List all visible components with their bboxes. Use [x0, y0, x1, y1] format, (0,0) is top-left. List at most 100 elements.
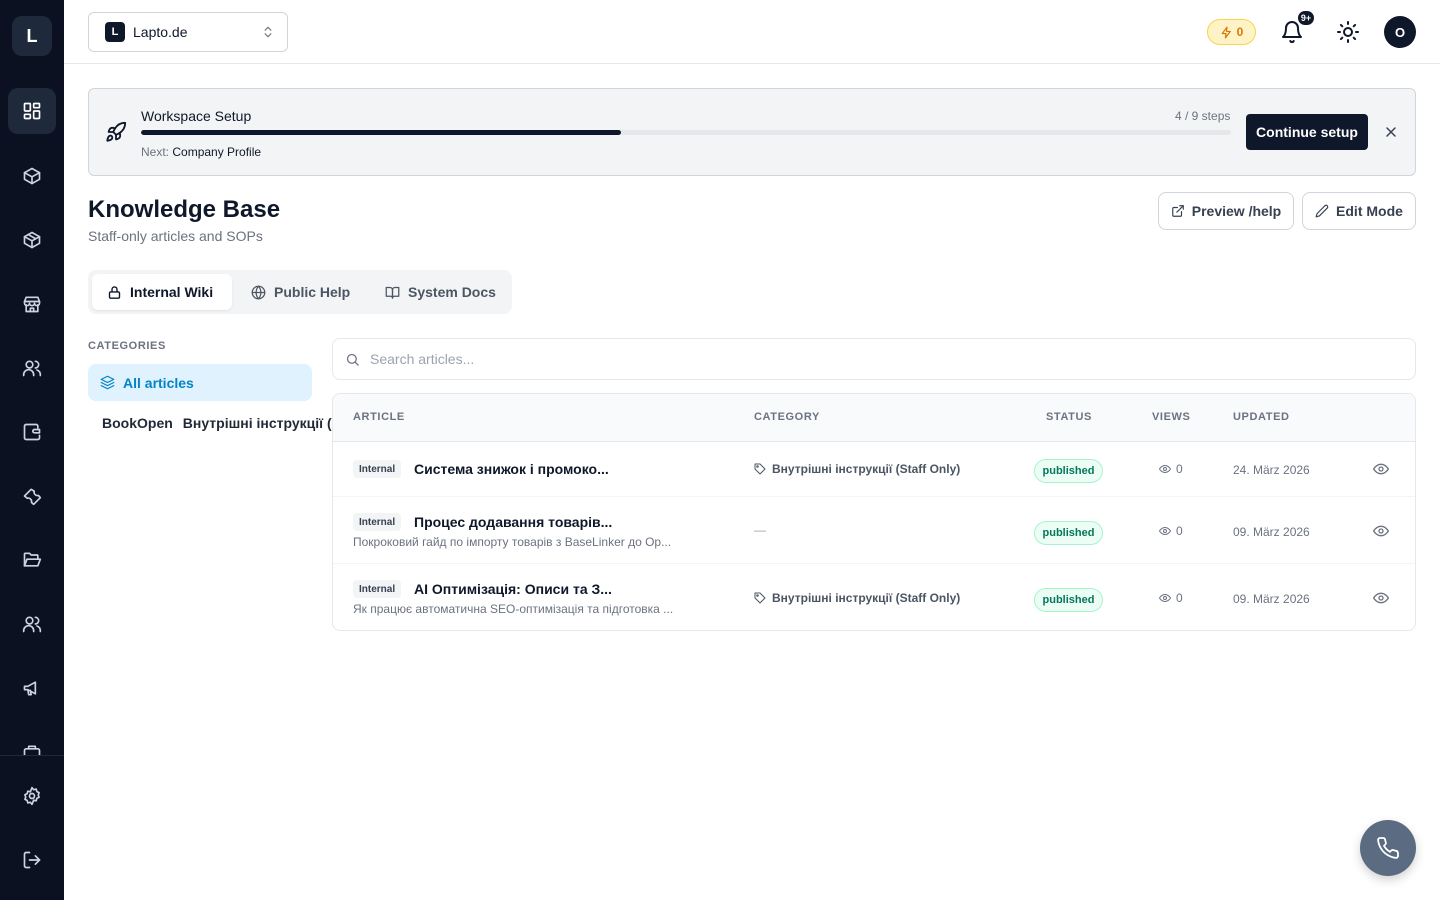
article-title[interactable]: Система знижок і промоко... — [414, 461, 609, 477]
article-category: Внутрішні інструкції (Staff Only) — [754, 462, 960, 476]
search-input[interactable] — [370, 351, 1270, 367]
views-count: 0 — [1176, 462, 1183, 476]
search-icon — [346, 353, 359, 366]
credits-count: 0 — [1236, 25, 1244, 39]
article-category-empty: — — [754, 523, 766, 537]
avatar[interactable]: O — [1384, 16, 1416, 48]
sidebar-item-settings[interactable] — [8, 773, 56, 819]
sidebar-item-finance[interactable] — [8, 409, 56, 455]
sun-icon[interactable] — [1336, 20, 1360, 49]
wallet-icon — [23, 423, 41, 441]
edit-mode-button[interactable]: Edit Mode — [1302, 192, 1416, 230]
table-row[interactable]: Internal Система знижок і промоко... Вну… — [333, 442, 1415, 497]
eye-icon[interactable] — [1373, 461, 1389, 477]
article-updated: 24. März 2026 — [1233, 463, 1310, 477]
banner-next: Next: Company Profile — [141, 145, 261, 159]
internal-tag: Internal — [353, 580, 402, 598]
views-count: 0 — [1176, 591, 1183, 605]
table-row[interactable]: Internal Процес додавання товарів... Пок… — [333, 497, 1415, 564]
eye-icon[interactable] — [1373, 590, 1389, 606]
dashboard-icon — [23, 102, 41, 120]
banner-title: Workspace Setup — [141, 108, 252, 124]
category-item[interactable]: BookOpen Внутрішні інструкції (Staff Onl… — [88, 404, 332, 442]
store-icon — [23, 296, 41, 313]
continue-setup-button[interactable]: Continue setup — [1246, 114, 1368, 150]
call-button[interactable] — [1360, 820, 1416, 876]
sidebar-item-store[interactable] — [8, 281, 56, 327]
search-box — [332, 338, 1416, 380]
internal-tag: Internal — [353, 460, 402, 478]
logout-icon — [23, 851, 41, 869]
column-header-article[interactable]: ARTICLE — [353, 411, 405, 423]
column-header-status[interactable]: STATUS — [1046, 411, 1092, 423]
article-category-label: Внутрішні інструкції (Staff Only) — [772, 591, 961, 605]
sidebar-item-logout[interactable] — [8, 837, 56, 883]
article-category-label: Внутрішні інструкції (Staff Only) — [772, 462, 961, 476]
sidebar-item-team[interactable] — [8, 601, 56, 647]
tag-icon — [754, 592, 766, 604]
phone-icon — [1377, 837, 1399, 859]
categories-heading: CATEGORIES — [88, 340, 166, 352]
eye-icon[interactable] — [1373, 523, 1389, 539]
setup-progress-fill — [141, 130, 621, 135]
setup-progress-bar — [141, 130, 1231, 135]
article-updated: 09. März 2026 — [1233, 525, 1310, 539]
setup-banner: Workspace Setup 4 / 9 steps Next: Compan… — [88, 88, 1416, 176]
article-description: Як працює автоматична SEO-оптимізація та… — [353, 602, 674, 616]
lightning-icon — [1221, 25, 1231, 39]
close-icon[interactable] — [1383, 124, 1399, 145]
preview-help-label: Preview /help — [1191, 203, 1282, 219]
sidebar-item-products[interactable] — [8, 153, 56, 199]
category-all-articles[interactable]: All articles — [88, 364, 312, 401]
chevrons-up-down-icon — [261, 25, 275, 39]
folder-open-icon — [23, 552, 42, 567]
users-icon — [22, 360, 42, 377]
topbar: L Lapto.de 0 9+ O — [64, 0, 1440, 64]
eye-icon — [1159, 464, 1171, 474]
megaphone-icon — [23, 681, 37, 696]
sidebar-item-files[interactable] — [8, 537, 56, 583]
sidebar-item-more[interactable] — [8, 729, 56, 755]
sidebar-item-inventory[interactable] — [8, 217, 56, 263]
article-title[interactable]: Процес додавання товарів... — [414, 514, 612, 530]
sidebar-item-customers[interactable] — [8, 345, 56, 391]
status-badge: published — [1034, 521, 1103, 545]
sidebar-item-tools[interactable] — [8, 473, 56, 519]
package-icon — [23, 167, 41, 185]
globe-icon — [251, 285, 266, 299]
article-views: 0 — [1159, 591, 1183, 605]
eye-icon — [1159, 526, 1171, 536]
sidebar-item-dashboard[interactable] — [8, 88, 56, 134]
briefcase-icon — [23, 745, 41, 755]
banner-next-value: Company Profile — [172, 145, 262, 159]
credits-badge[interactable]: 0 — [1207, 19, 1256, 45]
tag-icon — [754, 463, 766, 475]
table-row[interactable]: Internal AI Оптимізація: Описи та З... Я… — [333, 564, 1415, 630]
column-header-views[interactable]: VIEWS — [1152, 411, 1190, 423]
app-logo[interactable]: L — [12, 16, 52, 56]
article-description: Покроковий гайд по імпорту товарів з Bas… — [353, 535, 672, 549]
banner-steps: 4 / 9 steps — [1175, 109, 1231, 123]
sidebar-item-marketing[interactable] — [8, 665, 56, 711]
article-title[interactable]: AI Оптимізація: Описи та З... — [414, 581, 612, 597]
pencil-icon — [1315, 204, 1329, 218]
settings-icon — [24, 786, 40, 806]
status-badge: published — [1034, 459, 1103, 483]
sidebar-divider — [0, 755, 64, 756]
tab-system-docs[interactable]: System Docs — [370, 274, 511, 310]
article-updated: 09. März 2026 — [1233, 592, 1310, 606]
preview-help-button[interactable]: Preview /help — [1158, 192, 1294, 230]
tab-public-help[interactable]: Public Help — [236, 274, 365, 310]
tab-internal-wiki[interactable]: Internal Wiki — [92, 274, 232, 310]
tab-label: System Docs — [408, 284, 496, 300]
notifications-badge: 9+ — [1297, 10, 1315, 26]
tab-label: Internal Wiki — [130, 284, 214, 300]
sidebar: L — [0, 0, 64, 900]
package-icon — [23, 231, 41, 249]
workspace-selector[interactable]: L Lapto.de — [88, 12, 288, 52]
category-icon-text: BookOpen — [102, 415, 173, 431]
column-header-updated[interactable]: UPDATED — [1233, 411, 1290, 423]
eye-icon — [1159, 593, 1171, 603]
articles-table: ARTICLE CATEGORY STATUS VIEWS UPDATED In… — [332, 393, 1416, 631]
column-header-category[interactable]: CATEGORY — [754, 411, 820, 423]
